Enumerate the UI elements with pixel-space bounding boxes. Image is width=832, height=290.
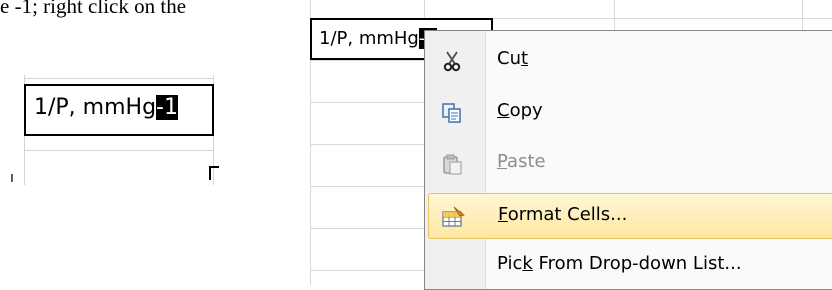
access-key: P bbox=[497, 151, 508, 172]
gridline bbox=[24, 150, 214, 151]
menu-item-label: Format Cells... bbox=[498, 204, 627, 225]
label-part: From Drop-down List... bbox=[532, 253, 742, 274]
gridline bbox=[24, 78, 214, 79]
format-cells-icon bbox=[442, 206, 465, 228]
document-text: e -1; right click on the bbox=[0, 0, 187, 18]
menu-item-pick-from-list[interactable]: Pick From Drop-down List... bbox=[425, 243, 832, 289]
label-part: Cu bbox=[497, 48, 521, 69]
cell-text-plain-partial: Hg bbox=[393, 28, 419, 49]
label-part: opy bbox=[509, 100, 543, 121]
copy-icon bbox=[441, 102, 463, 124]
menu-item-copy[interactable]: Copy bbox=[425, 90, 832, 136]
cell-text-plain: 1/P, mmHg bbox=[34, 95, 157, 120]
label-part: aste bbox=[507, 151, 546, 172]
paste-icon bbox=[441, 153, 463, 175]
label-part: Pic bbox=[497, 253, 523, 274]
cell-text: 1/P, mmHg-1 bbox=[319, 28, 437, 49]
access-key: F bbox=[498, 204, 508, 225]
menu-item-paste: Paste bbox=[425, 141, 832, 187]
label-part: ormat Cells... bbox=[507, 204, 628, 225]
cell-text: 1/P, mmHg-1 bbox=[34, 95, 178, 120]
menu-item-label: Copy bbox=[497, 100, 543, 121]
access-key: k bbox=[522, 253, 533, 274]
menu-item-label: Pick From Drop-down List... bbox=[497, 253, 742, 274]
cell-text-plain: 1/P, mm bbox=[319, 28, 394, 49]
access-key: t bbox=[520, 48, 529, 69]
cell-text-selected: -1 bbox=[156, 95, 178, 120]
fill-handle-stem bbox=[209, 166, 211, 180]
menu-item-cut[interactable]: Cut bbox=[425, 38, 832, 84]
menu-item-label: Paste bbox=[497, 151, 546, 172]
menu-item-format-cells[interactable]: Format Cells... bbox=[428, 193, 832, 239]
context-menu: Cut Copy Paste Format Cells... Pick From… bbox=[424, 30, 832, 290]
menu-item-label: Cut bbox=[497, 48, 528, 69]
access-key: C bbox=[497, 100, 510, 121]
selected-cell-zoomed[interactable]: 1/P, mmHg-1 bbox=[24, 84, 214, 136]
scissors-icon bbox=[441, 50, 463, 72]
cell-fragment: ı bbox=[10, 170, 14, 186]
